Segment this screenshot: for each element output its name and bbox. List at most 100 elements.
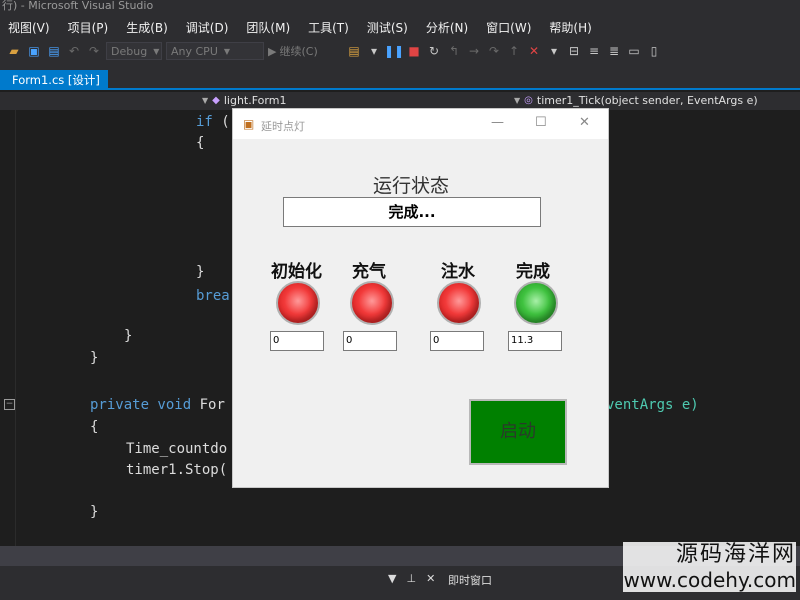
show-next-statement-icon[interactable]: ↰ (446, 43, 462, 59)
chevron-down-icon: ▼ (202, 96, 209, 105)
menu-team[interactable]: 团队(M) (246, 19, 290, 36)
save-icon[interactable]: ▣ (26, 43, 42, 59)
code-line: ventArgs e) (606, 397, 699, 413)
lamp-done-icon (514, 281, 558, 325)
panel-controls: ▼ ⊥ ✕ (388, 572, 435, 585)
class-icon: ◆ (212, 95, 220, 106)
close-icon[interactable]: ✕ (579, 115, 590, 130)
menu-test[interactable]: 测试(S) (367, 19, 408, 36)
lamp-inflate-icon (350, 281, 394, 325)
code-text: For (191, 397, 225, 413)
maximize-icon[interactable]: ☐ (535, 115, 547, 130)
chevron-down-icon: ▼ (223, 46, 231, 56)
step-over-icon[interactable]: ↷ (486, 43, 502, 59)
status-label: 运行状态 (373, 175, 450, 197)
watermark-title: 源码海洋网 (675, 542, 796, 567)
config-select-value: Debug (111, 44, 148, 58)
code-line: } (124, 328, 133, 344)
collapse-icon[interactable]: − (4, 399, 15, 410)
class-name: light.Form1 (223, 94, 287, 107)
form-window: ▣ 延时点灯 — ☐ ✕ 运行状态 完成... 初始化 充气 注水 完成 0 0… (232, 108, 609, 488)
close-icon[interactable]: ✕ (426, 572, 435, 585)
minimize-icon[interactable]: — (491, 115, 504, 130)
step-out-icon[interactable]: ↑ (506, 43, 522, 59)
menu-view[interactable]: 视图(V) (8, 19, 50, 36)
dropdown-arrow-icon[interactable]: ▾ (546, 43, 562, 59)
open-folder-icon[interactable]: ▰ (6, 43, 22, 59)
start-button[interactable]: 启动 (469, 399, 567, 465)
code-keyword: if (196, 114, 213, 130)
platform-select-value: Any CPU (171, 44, 218, 58)
form-titlebar: ▣ 延时点灯 — ☐ ✕ (233, 109, 608, 139)
browser-icon[interactable]: ▤ (346, 43, 362, 59)
form-title: 延时点灯 (261, 120, 305, 133)
method-dropdown[interactable]: ▼ ◎ timer1_Tick(object sender, EventArgs… (514, 94, 758, 107)
pin-icon[interactable]: ⊥ (406, 572, 416, 585)
done-time-input[interactable]: 11.3 (508, 331, 562, 351)
toolbar: ▰ ▣ ▤ ↶ ↷ Debug ▼ Any CPU ▼ ▶ 继续(C) ▤ ▾ ❚❚ … (0, 40, 800, 62)
tab-form1-design[interactable]: Form1.cs [设计] (0, 70, 108, 90)
save-all-icon[interactable]: ▤ (46, 43, 62, 59)
uncomment-icon[interactable]: ▯ (646, 43, 662, 59)
code-line: if ( (196, 114, 230, 130)
status-textbox[interactable]: 完成... (283, 197, 541, 227)
breakpoint-icon[interactable]: ✕ (526, 43, 542, 59)
platform-select[interactable]: Any CPU ▼ (166, 42, 264, 60)
init-time-input[interactable]: 0 (270, 331, 324, 351)
window-title: 行) - Microsoft Visual Studio (0, 0, 800, 14)
stage-label-init: 初始化 (271, 262, 322, 282)
comment-icon[interactable]: ▭ (626, 43, 642, 59)
code-line: private void For (90, 397, 225, 413)
fill-time-input[interactable]: 0 (430, 331, 484, 351)
restart-icon[interactable]: ↻ (426, 43, 442, 59)
lamp-fill-icon (437, 281, 481, 325)
app-icon: ▣ (243, 117, 255, 131)
code-line: { (196, 135, 205, 151)
code-text: ( (212, 114, 230, 130)
step-into-icon[interactable]: → (466, 43, 482, 59)
class-dropdown[interactable]: ▼ ◆ light.Form1 (202, 94, 286, 107)
code-line: } (90, 350, 99, 366)
menu-analyze[interactable]: 分析(N) (426, 19, 468, 36)
inflate-time-input[interactable]: 0 (343, 331, 397, 351)
config-select[interactable]: Debug ▼ (106, 42, 162, 60)
redo-icon[interactable]: ↷ (86, 43, 102, 59)
stage-label-fill: 注水 (441, 262, 475, 282)
lamp-init-icon (276, 281, 320, 325)
pause-icon[interactable]: ❚❚ (384, 43, 404, 59)
menu-window[interactable]: 窗口(W) (486, 19, 531, 36)
stage-label-inflate: 充气 (352, 262, 386, 282)
watermark: 源码海洋网 www.codehy.com (623, 542, 796, 592)
menu-project[interactable]: 项目(P) (68, 19, 109, 36)
editor-gutter (0, 110, 16, 546)
menu-tools[interactable]: 工具(T) (308, 19, 349, 36)
dropdown-arrow-icon[interactable]: ▾ (366, 43, 382, 59)
continue-button[interactable]: ▶ 继续(C) (268, 43, 342, 59)
menu-help[interactable]: 帮助(H) (549, 19, 591, 36)
format-icon[interactable]: ≣ (606, 43, 622, 59)
watermark-url: www.codehy.com (623, 568, 796, 592)
menu-build[interactable]: 生成(B) (126, 19, 168, 36)
code-line: } (196, 264, 205, 280)
chevron-down-icon: ▼ (514, 96, 521, 105)
code-line: { (90, 419, 99, 435)
play-icon: ▶ (268, 44, 277, 58)
code-keyword: private void (90, 397, 192, 413)
method-name: timer1_Tick(object sender, EventArgs e) (536, 94, 758, 107)
stop-icon[interactable]: ■ (406, 43, 422, 59)
continue-label: 继续(C) (279, 45, 318, 58)
code-line: } (90, 504, 99, 520)
menu-bar: 视图(V) 项目(P) 生成(B) 调试(D) 团队(M) 工具(T) 测试(S… (0, 14, 800, 40)
stage-label-done: 完成 (516, 262, 550, 282)
align-center-icon[interactable]: ≡ (586, 43, 602, 59)
dropdown-arrow-icon[interactable]: ▼ (388, 572, 396, 585)
align-left-icon[interactable]: ⊟ (566, 43, 582, 59)
undo-icon[interactable]: ↶ (66, 43, 82, 59)
document-tabstrip: Form1.cs [设计] (0, 62, 800, 90)
menu-debug[interactable]: 调试(D) (186, 19, 229, 36)
chevron-down-icon: ▼ (153, 46, 160, 56)
code-line: Time_countdo (126, 441, 228, 457)
code-line: timer1.Stop( (126, 462, 228, 478)
immediate-window-title[interactable]: 即时窗口 (448, 572, 492, 588)
method-icon: ◎ (524, 95, 533, 106)
